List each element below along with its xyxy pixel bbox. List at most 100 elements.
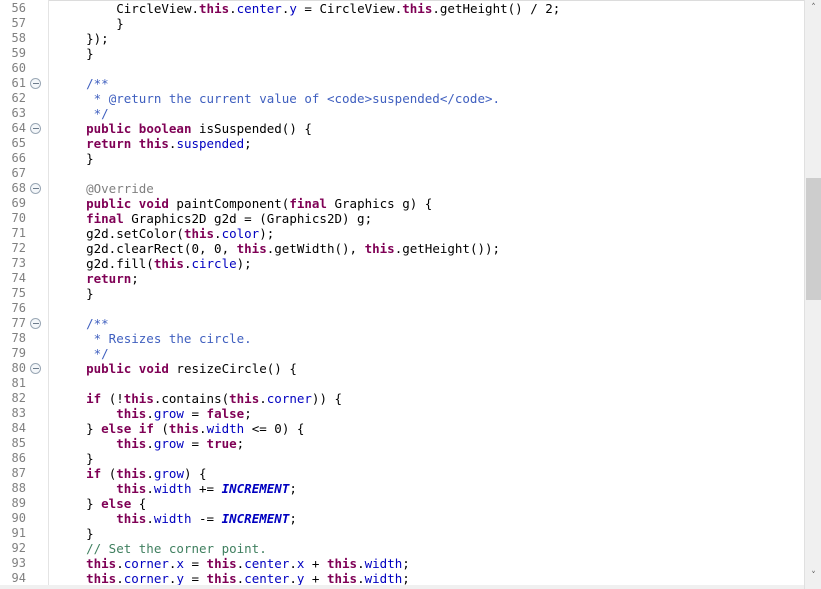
code-token: +	[304, 556, 327, 571]
line-number: 59	[11, 46, 26, 60]
code-text-area[interactable]: CircleView.this.center.y = CircleView.th…	[56, 0, 800, 589]
code-token: center	[236, 1, 282, 16]
bottom-strip	[0, 585, 804, 589]
code-token: this	[326, 556, 358, 571]
code-token: return	[86, 271, 132, 286]
code-token: true	[206, 436, 237, 451]
code-token: width	[364, 571, 403, 586]
code-token: the current value of <code>suspended</co…	[161, 91, 501, 106]
code-line: return this.suspended;	[56, 136, 252, 151]
code-token: */	[56, 106, 109, 121]
code-token: .	[146, 466, 154, 481]
code-token: .	[116, 571, 124, 586]
line-number-gutter[interactable]: 56 57 58 59 60 61 62 63 64 65 66 67 68 69 70 71 72 73 74 75…	[0, 0, 48, 589]
code-line: this.grow = true;	[56, 436, 244, 451]
code-token: else	[101, 496, 132, 511]
code-token: y	[176, 571, 184, 586]
code-line: }	[56, 151, 94, 166]
code-token: /**	[56, 76, 109, 91]
code-token: @Override	[56, 181, 154, 196]
code-token: .	[146, 436, 154, 451]
code-token: this	[326, 571, 358, 586]
code-token: else	[101, 421, 132, 436]
vertical-scrollbar-thumb[interactable]	[806, 178, 821, 300]
line-number: 61	[11, 76, 26, 90]
code-token: }	[56, 421, 102, 436]
code-line: this.corner.y = this.center.y + this.wid…	[56, 571, 410, 586]
code-token: grow	[153, 406, 184, 421]
scroll-down-arrow-icon[interactable]: ˅	[805, 568, 821, 585]
code-line: /**	[56, 76, 109, 91]
code-fold-collapse-icon[interactable]	[30, 363, 41, 374]
code-token: ;	[289, 481, 297, 496]
code-fold-collapse-icon[interactable]	[30, 183, 41, 194]
code-line: }	[56, 526, 94, 541]
line-number: 79	[11, 346, 26, 360]
code-line: } else {	[56, 496, 146, 511]
line-number: 64	[11, 121, 26, 135]
code-token: )) {	[311, 391, 343, 406]
line-number: 86	[11, 451, 26, 465]
code-token: +=	[191, 481, 222, 496]
code-token: return	[86, 136, 132, 151]
code-token: =	[183, 436, 207, 451]
code-editor[interactable]: 56 57 58 59 60 61 62 63 64 65 66 67 68 69 70 71 72 73 74 75…	[0, 0, 821, 589]
code-token: .	[357, 556, 365, 571]
code-token: this	[206, 571, 237, 586]
code-line: @Override	[56, 181, 154, 196]
vertical-scrollbar[interactable]: ˄ ˅	[804, 0, 821, 589]
code-token: width	[153, 481, 192, 496]
code-token: boolean	[138, 121, 192, 136]
code-token: center	[244, 556, 290, 571]
code-token: .	[146, 511, 154, 526]
code-line: });	[56, 31, 109, 46]
code-token: this	[183, 226, 215, 241]
code-token: }	[56, 46, 94, 61]
code-token: this	[199, 1, 230, 16]
code-token: *	[56, 91, 109, 106]
line-number: 57	[11, 16, 26, 30]
line-number: 76	[11, 301, 26, 315]
code-token: ;	[244, 406, 252, 421]
code-token: this	[116, 406, 147, 421]
code-line: return;	[56, 271, 139, 286]
code-token: this	[116, 436, 147, 451]
code-token: =	[296, 1, 320, 16]
code-token: this	[229, 391, 260, 406]
code-token: (!	[101, 391, 124, 406]
code-token: if	[86, 391, 102, 406]
code-token: this	[206, 556, 237, 571]
line-number: 80	[11, 361, 26, 375]
code-token: }	[56, 286, 94, 301]
code-token: isSuspended() {	[191, 121, 312, 136]
code-token: this	[236, 241, 267, 256]
code-fold-collapse-icon[interactable]	[30, 123, 41, 134]
code-token: .	[432, 1, 440, 16]
scroll-up-arrow-icon[interactable]: ˄	[805, 0, 821, 17]
code-line: g2d.setColor(this.color);	[56, 226, 274, 241]
code-fold-collapse-icon[interactable]	[30, 318, 41, 329]
code-token: public	[86, 196, 132, 211]
code-token: );	[236, 256, 252, 271]
code-token: Graphics2D g2d = (Graphics2D) g;	[123, 211, 373, 226]
line-number: 56	[11, 1, 26, 15]
code-token: INCREMENT	[221, 511, 290, 526]
code-token: this	[364, 241, 395, 256]
code-token: g2d.fill(	[56, 256, 154, 271]
code-token: color	[221, 226, 260, 241]
code-token: =	[183, 556, 207, 571]
line-number: 63	[11, 106, 26, 120]
line-number: 85	[11, 436, 26, 450]
code-token: center	[244, 571, 290, 586]
code-fold-collapse-icon[interactable]	[30, 78, 41, 89]
line-number: 72	[11, 241, 26, 255]
line-number: 62	[11, 91, 26, 105]
